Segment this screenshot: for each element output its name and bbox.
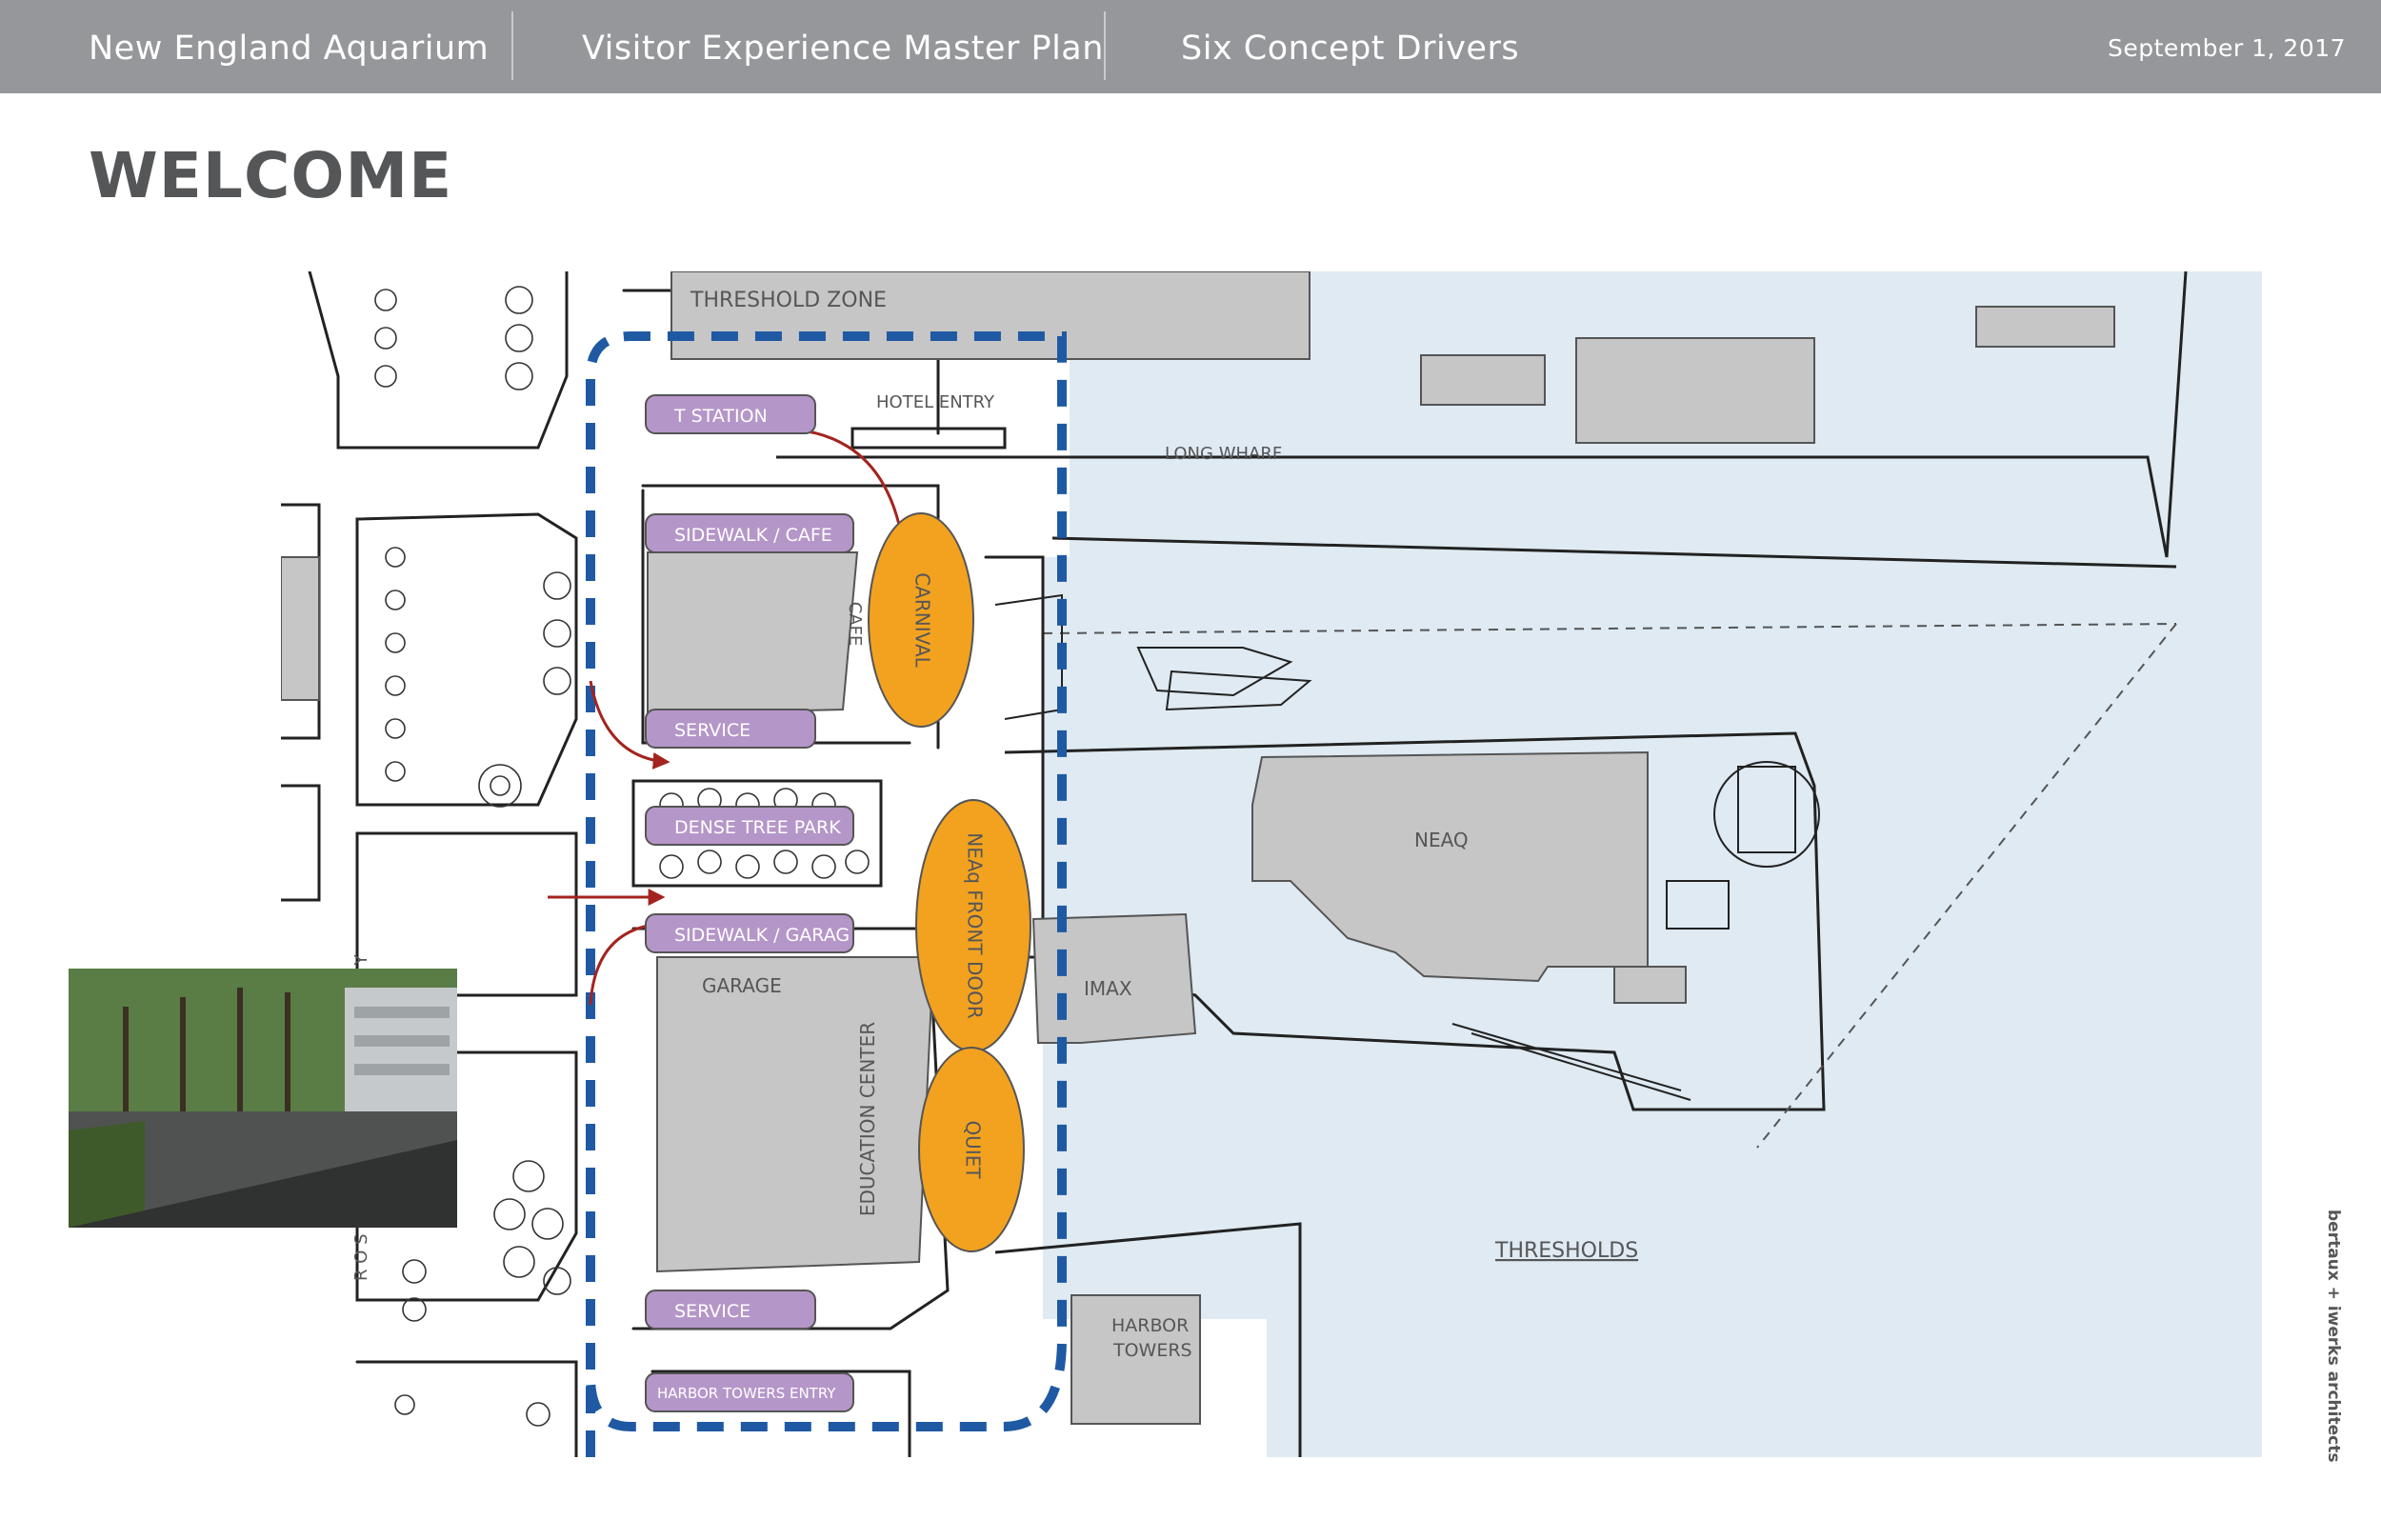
project-name: Visitor Experience Master Plan [582,30,1104,68]
wharf-building [1420,354,1546,406]
credit-label: bertaux + iwerks architects [2324,1210,2343,1463]
tag-t-station: T STATION [673,406,768,427]
label-long-wharf: LONG WHARF [1165,444,1282,464]
wharf-building [1575,337,1815,444]
neaq-annex [1613,966,1687,1004]
greenway-building [281,556,320,701]
header-divider [511,11,513,80]
site-plan: T STATION SIDEWALK / CAFE SERVICE DENSE … [281,271,2262,1457]
tag-sidewalk-garage: SIDEWALK / GARAG [674,925,850,946]
label-thresholds: THRESHOLDS [1494,1239,1638,1263]
zone-front-door: NEAq FRONT DOOR [964,832,987,1019]
zone-quiet: QUIET [962,1120,985,1179]
photo-inset [69,969,457,1228]
label-cafe: CAFE [845,602,865,647]
label-neaq: NEAQ [1414,829,1469,851]
wharf-building [1975,306,2115,348]
label-garage: GARAGE [702,974,782,997]
garage-education-building [656,956,935,1273]
tag-service: SERVICE [674,1301,750,1322]
tag-service: SERVICE [674,720,750,741]
tag-dense-tree-park: DENSE TREE PARK [674,817,841,838]
zone-carnival: CARNIVAL [911,572,934,668]
label-education-center: EDUCATION CENTER [856,1022,879,1216]
label-harbor-towers: HARBOR [1111,1315,1189,1336]
header-divider [1104,11,1106,80]
tag-harbor-towers-entry: HARBOR TOWERS ENTRY [657,1385,836,1402]
date-label: September 1, 2017 [2108,34,2347,62]
header-bar: New England Aquarium Visitor Experience … [0,0,2381,93]
threshold-building [670,271,1311,360]
cafe-building [647,551,859,716]
label-threshold-zone: THRESHOLD ZONE [690,289,887,312]
label-imax: IMAX [1084,977,1132,1000]
tag-sidewalk-cafe: SIDEWALK / CAFE [674,525,832,546]
page-title: WELCOME [89,139,453,212]
section-name: Six Concept Drivers [1181,30,1520,68]
label-harbor-towers: TOWERS [1112,1340,1192,1361]
org-name: New England Aquarium [89,30,490,68]
label-hotel-entry: HOTEL ENTRY [876,392,995,412]
